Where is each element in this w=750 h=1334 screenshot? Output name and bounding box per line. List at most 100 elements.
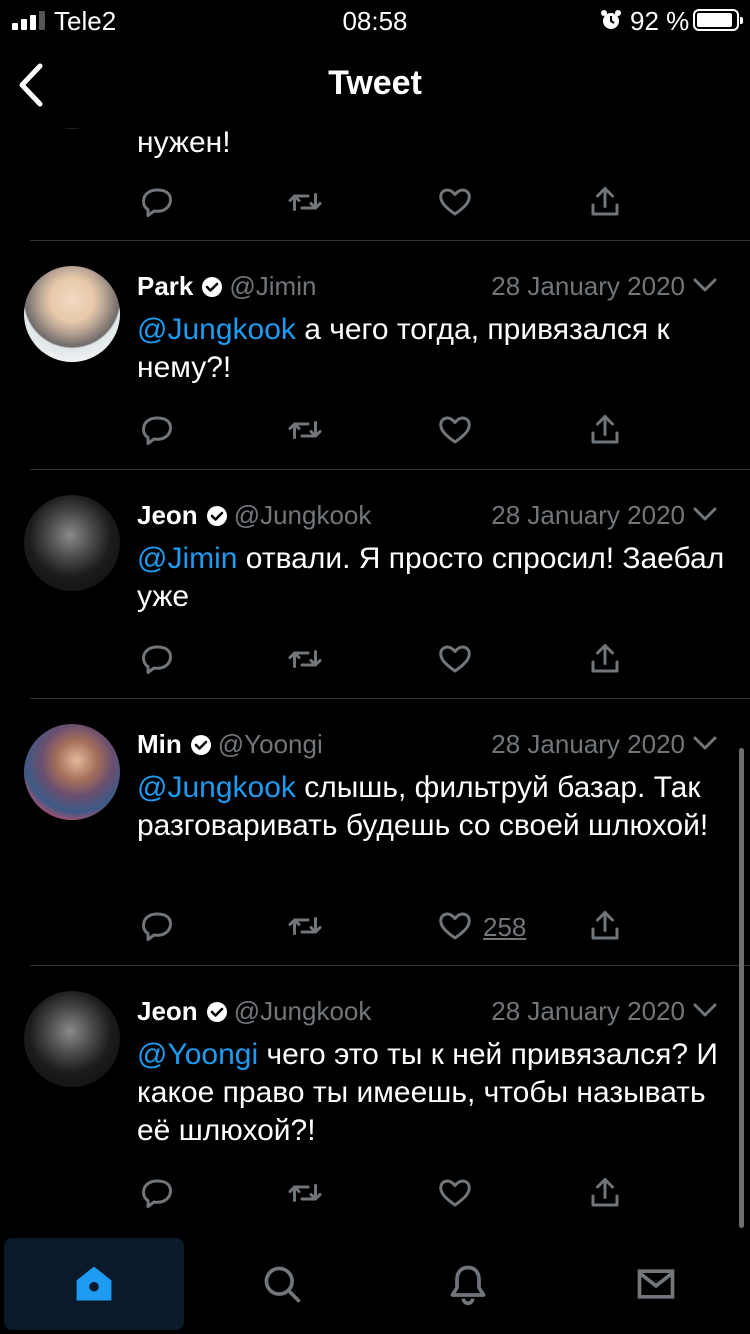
share-icon <box>591 415 619 444</box>
retweet-button[interactable] <box>287 412 327 452</box>
tweet-text: нужен! <box>137 128 231 159</box>
partial-tweet[interactable]: нужен! <box>0 128 750 241</box>
verified-badge-icon <box>202 277 223 297</box>
tab-search[interactable] <box>192 1238 372 1330</box>
tab-messages[interactable] <box>566 1238 746 1330</box>
avatar[interactable] <box>24 128 120 129</box>
author-name[interactable]: Jeon <box>137 500 198 530</box>
author-handle[interactable]: @Yoongi <box>218 729 323 759</box>
tweet-date: 28 January 2020 <box>491 996 685 1026</box>
like-button[interactable] <box>437 641 477 681</box>
chevron-down-icon[interactable] <box>692 275 718 295</box>
retweet-icon <box>288 917 322 935</box>
tweet-header: Min @Yoongi 28 January 2020 <box>137 729 750 761</box>
chevron-down-icon[interactable] <box>692 733 718 753</box>
like-count[interactable]: 258 <box>483 912 526 943</box>
battery-percent: 92 % <box>630 6 690 36</box>
share-icon <box>591 187 619 216</box>
author-name[interactable]: Min <box>137 729 182 759</box>
avatar[interactable] <box>24 724 120 820</box>
share-button[interactable] <box>587 184 627 224</box>
tweet-date: 28 January 2020 <box>491 500 685 530</box>
retweet-button[interactable] <box>287 184 327 224</box>
heart-icon <box>439 912 471 940</box>
retweet-button[interactable] <box>287 1175 327 1215</box>
tweet-header: Park @Jimin 28 January 2020 <box>137 271 750 303</box>
tweet-text: @Jimin отвали. Я просто спросил! Заебал … <box>137 540 727 616</box>
share-icon <box>591 1178 619 1207</box>
tweet-text: @Yoongi чего это ты к ней привязался? И … <box>137 1036 727 1150</box>
share-button[interactable] <box>587 908 627 948</box>
author-handle[interactable]: @Jungkook <box>234 996 372 1026</box>
reply-button[interactable] <box>139 641 179 681</box>
tweet-text: @Jungkook слышь, фильтруй базар. Так раз… <box>137 769 727 845</box>
tweet[interactable]: Jeon @Jungkook 28 January 2020 @Yoongi че… <box>0 966 750 1234</box>
tweet-date: 28 January 2020 <box>491 729 685 759</box>
avatar[interactable] <box>24 991 120 1087</box>
reply-button[interactable] <box>139 184 179 224</box>
like-button[interactable] <box>437 1175 477 1215</box>
heart-icon <box>439 188 471 216</box>
share-button[interactable] <box>587 1175 627 1215</box>
tweet[interactable]: Park @Jimin 28 January 2020 @Jungkook а ч… <box>0 241 750 470</box>
nav-bar: Tweet <box>0 40 750 128</box>
scrollbar[interactable] <box>739 748 744 1228</box>
reply-icon <box>142 416 172 445</box>
tab-notifications[interactable] <box>378 1238 558 1330</box>
retweet-icon <box>288 650 322 668</box>
share-icon <box>591 911 619 940</box>
like-button[interactable] <box>437 184 477 224</box>
tweet-thread[interactable]: нужен! Park @Jimin 28 January 2020 @Jungk… <box>0 128 750 1234</box>
reply-button[interactable] <box>139 412 179 452</box>
search-icon <box>264 1266 301 1303</box>
mention-link[interactable]: @Jungkook <box>137 313 296 346</box>
chevron-down-icon[interactable] <box>692 1000 718 1020</box>
tweet[interactable]: Jeon @Jungkook 28 January 2020 @Jimin отв… <box>0 470 750 699</box>
retweet-button[interactable] <box>287 641 327 681</box>
author-name[interactable]: Jeon <box>137 996 198 1026</box>
tweet-actions: 258 <box>137 908 637 948</box>
share-button[interactable] <box>587 412 627 452</box>
bell-icon <box>450 1265 486 1306</box>
author-handle[interactable]: @Jungkook <box>234 500 372 530</box>
reply-button[interactable] <box>139 908 179 948</box>
tab-bar <box>0 1234 750 1334</box>
verified-badge-icon <box>190 735 211 755</box>
retweet-button[interactable] <box>287 908 327 948</box>
reply-icon <box>142 645 172 674</box>
avatar[interactable] <box>24 495 120 591</box>
home-icon <box>76 1266 112 1301</box>
author-handle[interactable]: @Jimin <box>229 271 316 301</box>
like-button[interactable] <box>437 908 477 948</box>
tweet-header: Jeon @Jungkook 28 January 2020 <box>137 996 750 1028</box>
author-name[interactable]: Park <box>137 271 193 301</box>
avatar[interactable] <box>24 266 120 362</box>
chevron-down-icon[interactable] <box>692 504 718 524</box>
reply-icon <box>142 912 172 941</box>
tab-home[interactable] <box>4 1238 184 1330</box>
retweet-icon <box>288 421 322 439</box>
heart-icon <box>439 416 471 444</box>
page-title: Tweet <box>328 64 422 102</box>
alarm-icon <box>601 10 621 29</box>
mention-link[interactable]: @Yoongi <box>137 1038 258 1071</box>
mention-link[interactable]: @Jimin <box>137 542 237 575</box>
retweet-icon <box>288 1184 322 1202</box>
tweet[interactable]: Min @Yoongi 28 January 2020 @Jungkook слы… <box>0 699 750 966</box>
tweet-actions <box>137 184 637 224</box>
tweet-text: @Jungkook а чего тогда, привязался к нем… <box>137 311 727 387</box>
heart-icon <box>439 1179 471 1207</box>
reply-icon <box>142 188 172 217</box>
reply-icon <box>142 1179 172 1208</box>
share-icon <box>591 644 619 673</box>
verified-badge-icon <box>206 1002 227 1022</box>
tweet-header: Jeon @Jungkook 28 January 2020 <box>137 500 750 532</box>
tweet-actions <box>137 1175 637 1215</box>
heart-icon <box>439 645 471 673</box>
retweet-icon <box>288 193 322 211</box>
share-button[interactable] <box>587 641 627 681</box>
mention-link[interactable]: @Jungkook <box>137 771 296 804</box>
reply-button[interactable] <box>139 1175 179 1215</box>
mail-icon <box>637 1269 675 1299</box>
like-button[interactable] <box>437 412 477 452</box>
